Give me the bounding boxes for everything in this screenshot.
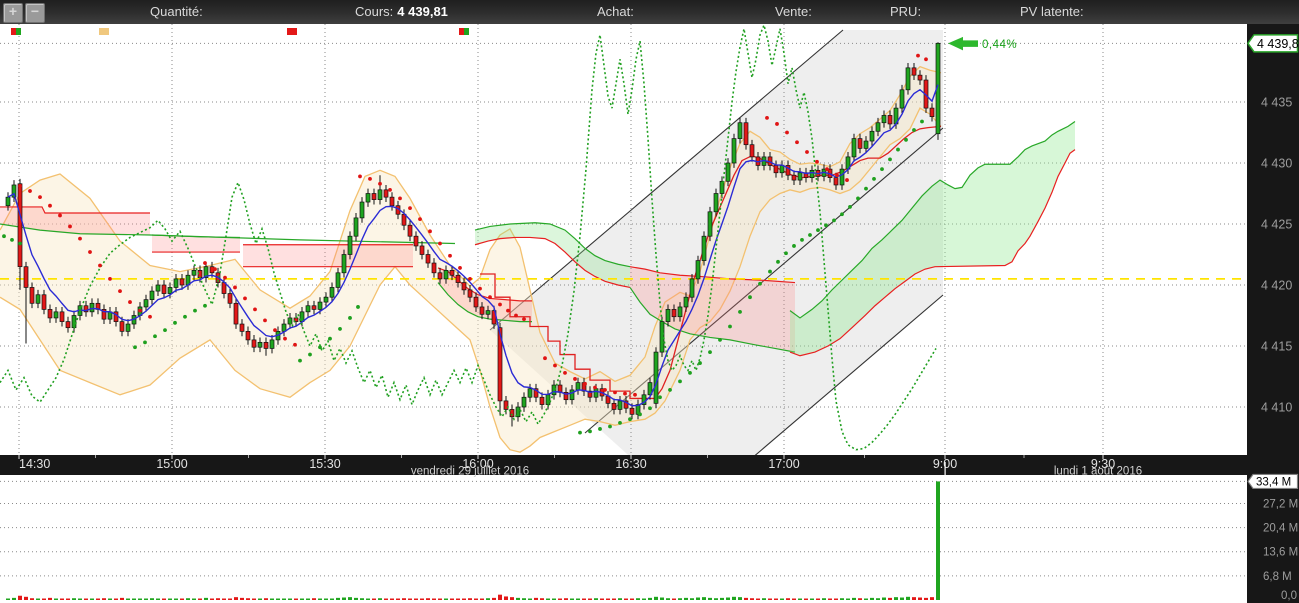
legend-swatch-0 [11, 28, 21, 35]
svg-text:4 425: 4 425 [1261, 218, 1292, 232]
toolbar-field-achat: Achat: [597, 4, 634, 19]
svg-text:4 439,81: 4 439,81 [1257, 37, 1299, 51]
legend-swatch-3 [459, 28, 469, 35]
legend-swatch-2 [287, 28, 297, 35]
trading-application: + − Quantité: Cours: 4 439,81 Achat: Vente: P… [0, 0, 1299, 603]
svg-text:4 420: 4 420 [1261, 279, 1292, 293]
svg-text:4 435: 4 435 [1261, 96, 1292, 110]
svg-text:15:30: 15:30 [309, 457, 340, 471]
svg-text:13,6 M: 13,6 M [1263, 547, 1298, 559]
zoom-in-button[interactable]: + [3, 3, 23, 23]
legend-swatch-1 [99, 28, 109, 35]
svg-text:27,2 M: 27,2 M [1263, 498, 1298, 510]
svg-text:4 415: 4 415 [1261, 340, 1292, 354]
svg-text:17:00: 17:00 [768, 457, 799, 471]
svg-text:33,4 M: 33,4 M [1256, 476, 1291, 488]
svg-text:4 410: 4 410 [1261, 401, 1292, 415]
top-toolbar: + − Quantité: Cours: 4 439,81 Achat: Vente: P… [0, 0, 1299, 24]
svg-text:20,4 M: 20,4 M [1263, 523, 1298, 535]
svg-text:6,8 M: 6,8 M [1263, 571, 1292, 583]
svg-text:16:30: 16:30 [615, 457, 646, 471]
svg-text:0,0: 0,0 [1281, 590, 1297, 602]
toolbar-field-pvlatente: PV latente: [1020, 4, 1084, 19]
svg-text:lundi 1 août 2016: lundi 1 août 2016 [1054, 466, 1142, 478]
day-separator [944, 462, 946, 475]
svg-text:vendredi 29 juillet 2016: vendredi 29 juillet 2016 [411, 466, 529, 478]
svg-text:14:30: 14:30 [19, 457, 50, 471]
toolbar-field-cours: Cours: 4 439,81 [355, 4, 448, 19]
svg-text:4 430: 4 430 [1261, 157, 1292, 171]
svg-text:0,44%: 0,44% [982, 39, 1017, 51]
toolbar-field-quantit: Quantité: [150, 4, 203, 19]
toolbar-field-vente: Vente: [775, 4, 812, 19]
zoom-out-button[interactable]: − [25, 3, 45, 23]
svg-text:15:00: 15:00 [156, 457, 187, 471]
toolbar-field-pru: PRU: [890, 4, 922, 19]
price-chart-canvas[interactable]: 0,44% 4 435 4 430 4 425 4 420 4 415 4 410 4 439… [0, 24, 1299, 603]
